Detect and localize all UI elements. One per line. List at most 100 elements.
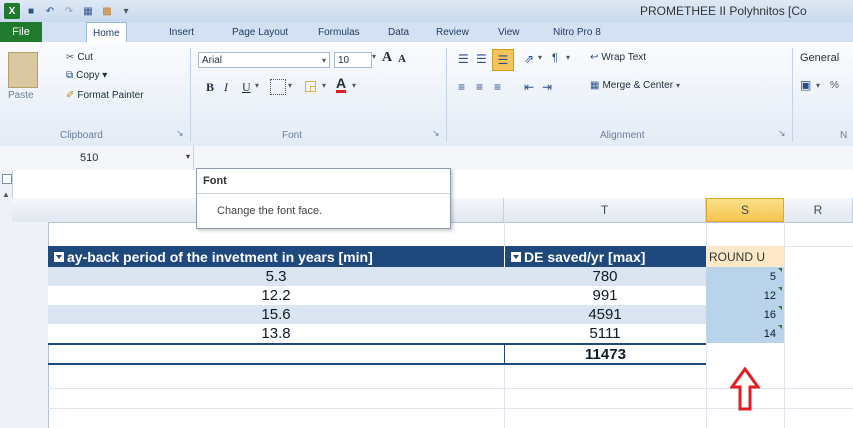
window-title: PROMETHEE II Polyhnitos [Co [640, 4, 807, 18]
column-header-s[interactable]: S [706, 198, 784, 222]
merge-dropdown-icon: ▾ [676, 81, 681, 90]
font-color-dropdown-icon[interactable]: ▾ [352, 81, 356, 90]
wrap-text-button[interactable]: ↩ Wrap Text [590, 52, 646, 63]
font-size-dropdown-icon[interactable]: ▾ [372, 52, 376, 61]
excel-logo-icon[interactable]: X [4, 3, 20, 19]
tab-view[interactable]: View [492, 22, 526, 42]
font-color-button[interactable]: A [336, 76, 347, 93]
table-cell-de-saved[interactable]: 991 [504, 286, 706, 305]
filter-dropdown-icon[interactable] [511, 251, 521, 262]
font-name-box[interactable]: Arial [198, 52, 330, 68]
save-icon[interactable]: ■ [23, 3, 39, 19]
underline-button[interactable]: U [242, 80, 251, 95]
text-direction-icon[interactable]: ¶ [552, 52, 558, 64]
row-header-column [12, 222, 49, 428]
table-cell-de-saved[interactable]: 4591 [504, 305, 706, 324]
borders-icon[interactable] [270, 79, 286, 95]
number-format-box[interactable]: General [800, 52, 839, 64]
table-cell-payback[interactable]: 5.3 [48, 267, 504, 286]
clipboard-group-label: Clipboard [60, 130, 103, 141]
borders-dropdown-icon[interactable]: ▾ [288, 81, 292, 90]
align-middle-icon[interactable]: ☰ [476, 52, 487, 66]
currency-dropdown-icon[interactable]: ▾ [816, 81, 820, 90]
copy-button[interactable]: ⧉ Copy ▾ [66, 70, 107, 81]
align-top-icon[interactable]: ☰ [458, 52, 469, 66]
chart-icon[interactable]: ▩ [99, 3, 115, 19]
table-cell-round[interactable]: 12 [706, 286, 784, 305]
redo-icon[interactable]: ↷ [61, 3, 77, 19]
grid-line [784, 222, 785, 428]
table-cell-round[interactable]: 16 [706, 305, 784, 324]
cut-button[interactable]: ✂ Cut [66, 52, 93, 63]
tab-formulas[interactable]: Formulas [312, 22, 366, 42]
font-size-box[interactable]: 10 [334, 52, 372, 68]
table-icon[interactable]: ▦ [80, 3, 96, 19]
collapse-outline-icon[interactable] [2, 174, 12, 184]
align-center-icon[interactable]: ≡ [476, 80, 483, 94]
name-box-dropdown-icon[interactable]: ▾ [186, 152, 190, 161]
table-cell-round[interactable]: 5 [706, 267, 784, 286]
table-header-de-saved[interactable]: DE saved/yr [max] [504, 246, 706, 267]
scroll-up-icon[interactable]: ▲ [2, 190, 10, 199]
grow-font-button[interactable]: A [382, 50, 392, 66]
percent-icon[interactable]: % [830, 80, 839, 91]
tab-insert[interactable]: Insert [163, 22, 200, 42]
tab-review[interactable]: Review [430, 22, 475, 42]
tab-page-layout[interactable]: Page Layout [226, 22, 294, 42]
tab-nitro[interactable]: Nitro Pro 8 [547, 22, 607, 42]
ribbon-tab-row [0, 22, 853, 42]
tooltip-title: Font [203, 175, 227, 187]
align-left-icon[interactable]: ≡ [458, 80, 465, 94]
undo-icon[interactable]: ↶ [42, 3, 58, 19]
font-dropdown-icon[interactable]: ▾ [318, 52, 330, 68]
align-bottom-icon[interactable]: ☰ [492, 49, 514, 71]
tab-home[interactable]: Home [86, 22, 127, 43]
filter-dropdown-icon[interactable] [54, 251, 64, 262]
font-launcher-icon[interactable]: ↘ [432, 128, 440, 139]
customize-qat-icon[interactable]: ▾ [118, 3, 134, 19]
paste-label[interactable]: Paste [8, 90, 34, 101]
orientation-icon[interactable]: ⇗ [524, 52, 534, 66]
table-cell-payback[interactable]: 15.6 [48, 305, 504, 324]
column-header-t[interactable]: T [504, 198, 706, 222]
table-cell-de-saved[interactable]: 5111 [504, 324, 706, 343]
table-cell-payback[interactable]: 12.2 [48, 286, 504, 305]
merge-center-button[interactable]: ▦ Merge & Center ▾ [590, 80, 680, 91]
tooltip-body: Change the font face. [217, 205, 323, 217]
italic-button[interactable]: I [224, 80, 228, 95]
increase-indent-icon[interactable]: ⇥ [542, 80, 552, 94]
fill-color-icon[interactable]: ◲ [304, 77, 317, 94]
table-cell-payback[interactable]: 13.8 [48, 324, 504, 343]
tooltip-divider [197, 193, 450, 194]
format-painter-button[interactable]: ✐ Format Painter [66, 90, 144, 101]
table-total-label-cell[interactable] [48, 343, 504, 365]
paste-icon[interactable] [8, 52, 38, 88]
align-right-icon[interactable]: ≡ [494, 80, 501, 94]
wrap-text-icon: ↩ [590, 52, 599, 63]
separator [446, 48, 447, 142]
orientation-dropdown-icon[interactable]: ▾ [538, 53, 542, 62]
tab-file[interactable]: File [0, 22, 42, 42]
separator [190, 48, 191, 142]
scissors-icon: ✂ [66, 52, 75, 63]
shrink-font-button[interactable]: A [398, 53, 406, 65]
tab-data[interactable]: Data [382, 22, 415, 42]
currency-icon[interactable]: ▣ [800, 78, 811, 92]
paintbrush-icon: ✐ [66, 90, 75, 101]
table-header-payback[interactable]: ay-back period of the invetment in years… [48, 246, 504, 267]
table-cell-round[interactable]: 14 [706, 324, 784, 343]
table-header-round[interactable]: ROUND U [706, 246, 784, 267]
underline-dropdown-icon[interactable]: ▾ [255, 81, 259, 90]
decrease-indent-icon[interactable]: ⇤ [524, 80, 534, 94]
up-arrow-icon [729, 366, 761, 411]
table-cell-de-saved[interactable]: 780 [504, 267, 706, 286]
column-header-r[interactable]: R [784, 198, 853, 222]
name-box[interactable]: 510 [4, 146, 194, 170]
fill-dropdown-icon[interactable]: ▾ [322, 81, 326, 90]
table-total-value[interactable]: 11473 [504, 343, 706, 365]
text-direction-dropdown-icon[interactable]: ▾ [566, 53, 570, 62]
clipboard-launcher-icon[interactable]: ↘ [176, 128, 184, 139]
alignment-launcher-icon[interactable]: ↘ [778, 128, 786, 139]
bold-button[interactable]: B [206, 80, 214, 95]
number-group-label: N [840, 130, 848, 141]
